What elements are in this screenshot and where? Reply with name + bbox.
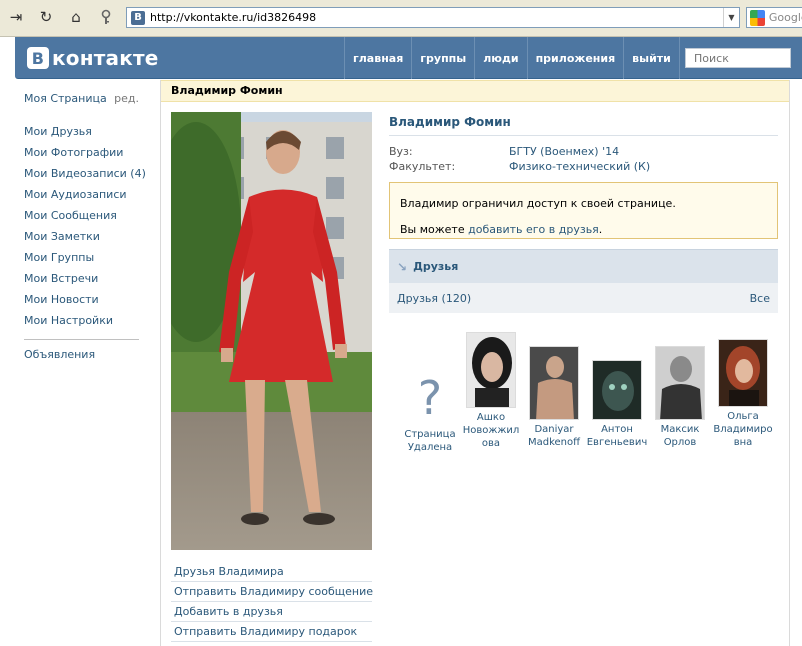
profile-header-name: Владимир Фомин xyxy=(161,80,789,102)
friend-name[interactable]: Страница Удалена xyxy=(399,428,461,454)
friend-avatar[interactable] xyxy=(466,332,516,408)
reload-icon[interactable]: ↻ xyxy=(34,6,58,28)
sidebar-item-ads[interactable]: Объявления xyxy=(24,348,139,369)
sidebar-divider xyxy=(24,339,139,340)
friend-name[interactable]: Ашко Новожжилова xyxy=(460,411,522,450)
faculty-value[interactable]: Физико-технический (К) xyxy=(509,159,650,174)
sidebar-item-groups[interactable]: Мои Группы xyxy=(24,251,139,272)
friend-avatar[interactable] xyxy=(529,346,579,420)
friends-all-link[interactable]: Все xyxy=(750,292,770,305)
url-text[interactable]: http://vkontakte.ru/id3826498 xyxy=(150,11,723,24)
friends-section-header: ↘ Друзья xyxy=(389,249,778,283)
sidebar-item-messages[interactable]: Мои Сообщения xyxy=(24,209,139,230)
profile-info: Владимир Фомин Вуз: БГТУ (Военмех) '14 Ф… xyxy=(389,108,778,313)
nav-apps[interactable]: приложения xyxy=(526,37,624,79)
profile-actions: Друзья Владимира Отправить Владимиру соо… xyxy=(171,562,373,642)
friend-name[interactable]: Максик Орлов xyxy=(649,423,711,449)
vk-logo[interactable]: В контакте xyxy=(27,46,159,70)
friend-card[interactable]: ? Страница Удалена xyxy=(399,370,461,454)
vk-favicon-icon: В xyxy=(131,10,145,25)
friends-grid: ? Страница Удалена Ашко Новожжилова Dani… xyxy=(399,332,781,472)
faculty-label: Факультет: xyxy=(389,160,456,173)
university-value[interactable]: БГТУ (Военмех) '14 xyxy=(509,144,619,159)
profile-name: Владимир Фомин xyxy=(389,108,778,136)
sidebar-item-photos[interactable]: Мои Фотографии xyxy=(24,146,139,167)
edit-link[interactable]: ред. xyxy=(114,92,139,113)
friends-of-user-link[interactable]: Друзья Владимира xyxy=(171,562,372,582)
profile-panel: Владимир Фомин Друзья Владимира Отправит… xyxy=(160,80,790,646)
friend-card[interactable]: Ашко Новожжилова xyxy=(460,332,522,450)
forward-icon[interactable]: ⇥ xyxy=(4,6,28,28)
google-icon xyxy=(750,9,765,26)
nav-logout[interactable]: выйти xyxy=(623,37,680,79)
friend-name[interactable]: Антон Евгеньевич xyxy=(586,423,648,449)
arrow-down-right-icon: ↘ xyxy=(397,259,408,274)
friend-avatar[interactable] xyxy=(718,339,768,407)
send-gift-link[interactable]: Отправить Владимиру подарок xyxy=(171,622,372,642)
notice-prefix: Вы можете xyxy=(400,223,469,236)
nav-people[interactable]: люди xyxy=(474,37,526,79)
browser-search-input[interactable]: Google xyxy=(746,7,802,28)
sidebar-item-settings[interactable]: Мои Настройки xyxy=(24,314,139,335)
friend-avatar[interactable] xyxy=(655,346,705,420)
notice-add-friend-link[interactable]: добавить его в друзья xyxy=(468,223,599,236)
send-message-link[interactable]: Отправить Владимиру сообщение xyxy=(171,582,373,602)
main-nav: главная группы люди приложения выйти xyxy=(344,37,680,79)
site-search-input[interactable] xyxy=(685,48,791,68)
browser-toolbar: ⇥ ↻ ⌂ В http://vkontakte.ru/id3826498 ▼ … xyxy=(0,0,802,37)
friends-count-link[interactable]: Друзья (120) xyxy=(397,292,471,305)
question-mark-icon: ? xyxy=(405,370,455,425)
sidebar-item-audio[interactable]: Мои Аудиозаписи xyxy=(24,188,139,209)
browser-search-placeholder: Google xyxy=(768,11,802,24)
notice-text: Владимир ограничил доступ к своей страни… xyxy=(400,197,676,210)
privacy-notice: Владимир ограничил доступ к своей страни… xyxy=(389,182,778,239)
friend-card[interactable]: Максик Орлов xyxy=(649,346,711,449)
site-header: В контакте главная группы люди приложени… xyxy=(15,37,802,79)
home-icon[interactable]: ⌂ xyxy=(64,6,88,28)
address-bar[interactable]: В http://vkontakte.ru/id3826498 ▼ xyxy=(126,7,740,28)
left-menu: Моя Страница ред. Мои Друзья Мои Фотогра… xyxy=(24,92,146,369)
sidebar-item-my-page[interactable]: Моя Страница xyxy=(24,92,107,113)
nav-groups[interactable]: группы xyxy=(411,37,474,79)
sidebar-item-news[interactable]: Мои Новости xyxy=(24,293,139,314)
sidebar-item-events[interactable]: Мои Встречи xyxy=(24,272,139,293)
friends-section-title: Друзья xyxy=(413,260,459,273)
friend-avatar[interactable] xyxy=(592,360,642,420)
sidebar-item-videos[interactable]: Мои Видеозаписи (4) xyxy=(24,167,146,188)
sidebar-item-friends[interactable]: Мои Друзья xyxy=(24,125,139,146)
notice-suffix: . xyxy=(598,223,603,236)
add-friend-link[interactable]: Добавить в друзья xyxy=(171,602,372,622)
chevron-down-icon[interactable]: ▼ xyxy=(723,8,739,27)
profile-photo[interactable] xyxy=(171,112,372,550)
vk-logo-letter: В xyxy=(27,47,49,69)
friend-card[interactable]: Ольга Владимировна xyxy=(712,339,774,449)
vk-logo-text: контакте xyxy=(52,46,159,70)
sidebar-item-notes[interactable]: Мои Заметки xyxy=(24,230,139,251)
key-icon[interactable] xyxy=(94,6,118,28)
friend-name[interactable]: Ольга Владимировна xyxy=(712,410,774,449)
university-label: Вуз: xyxy=(389,145,413,158)
nav-home[interactable]: главная xyxy=(344,37,411,79)
friend-card[interactable]: Антон Евгеньевич xyxy=(586,360,648,449)
friend-card[interactable]: Daniyar Madkenoff xyxy=(523,346,585,449)
friend-name[interactable]: Daniyar Madkenoff xyxy=(523,423,585,449)
friends-subheader: Друзья (120) Все xyxy=(389,283,778,313)
